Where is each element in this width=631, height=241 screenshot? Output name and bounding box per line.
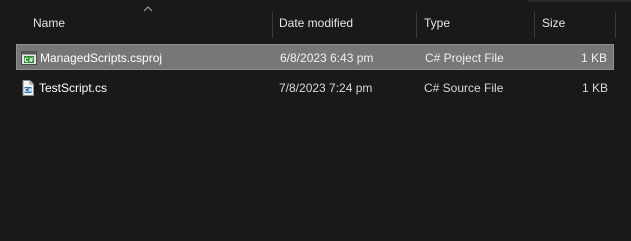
file-date-modified: 7/8/2023 7:24 pm bbox=[279, 81, 373, 95]
file-row-testscript-cs[interactable]: C# TestScript.cs 7/8/2023 7:24 pm C# Sou… bbox=[16, 75, 614, 101]
column-header-date-label: Date modified bbox=[279, 16, 354, 30]
file-row-managedscripts-csproj[interactable]: C# ManagedScripts.csproj 6/8/2023 6:43 p… bbox=[16, 44, 614, 70]
file-size: 1 KB bbox=[581, 81, 608, 95]
csproj-file-icon: C# bbox=[21, 51, 37, 65]
column-header-size-label: Size bbox=[542, 16, 566, 30]
svg-text:C#: C# bbox=[24, 88, 32, 94]
column-header-type-label: Type bbox=[424, 16, 451, 30]
cs-file-icon: C# bbox=[22, 80, 34, 96]
file-explorer-details-view: Name Date modified Type Size C# ManagedS… bbox=[0, 0, 631, 241]
column-header-name-label: Name bbox=[33, 16, 66, 30]
file-name: ManagedScripts.csproj bbox=[40, 51, 163, 65]
column-header-name[interactable]: Name bbox=[0, 0, 272, 46]
file-date-modified: 6/8/2023 6:43 pm bbox=[280, 51, 374, 65]
column-resize-handle-size[interactable] bbox=[615, 12, 616, 38]
column-header-date-modified[interactable]: Date modified bbox=[273, 0, 416, 46]
column-header-bar: Name Date modified Type Size bbox=[0, 0, 631, 46]
column-header-size[interactable]: Size bbox=[535, 0, 615, 46]
file-type: C# Source File bbox=[424, 81, 504, 95]
svg-text:C#: C# bbox=[24, 57, 33, 64]
file-size: 1 KB bbox=[580, 51, 607, 65]
column-header-type[interactable]: Type bbox=[417, 0, 534, 46]
file-name: TestScript.cs bbox=[39, 81, 108, 95]
file-type: C# Project File bbox=[425, 51, 504, 65]
